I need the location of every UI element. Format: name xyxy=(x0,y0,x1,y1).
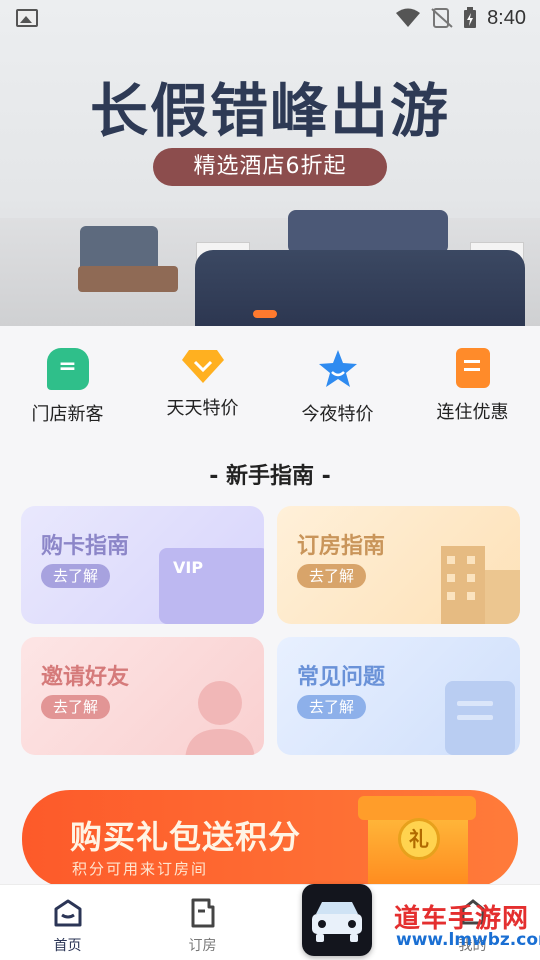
card-title: 常见问题 xyxy=(297,665,386,690)
quick-nav: 门店新客 天天特价 今夜特价 连住优惠 xyxy=(0,326,540,438)
gift-pack-promo-banner[interactable]: 购买礼包送积分 积分可用来订房间 礼 xyxy=(22,790,518,888)
quick-nav-label: 连住优惠 xyxy=(436,402,509,423)
guide-card-faq[interactable]: 常见问题 去了解 xyxy=(277,637,520,755)
guide-card-invite[interactable]: 邀请好友 去了解 xyxy=(21,637,264,755)
quick-nav-long-stay[interactable]: 连住优惠 xyxy=(405,326,540,438)
learn-more-button[interactable]: 去了解 xyxy=(41,564,111,588)
vip-card-icon: VIP xyxy=(159,548,264,624)
quick-nav-tonight-deal[interactable]: 今夜特价 xyxy=(270,326,405,438)
quick-nav-new-customer[interactable]: 门店新客 xyxy=(0,326,135,438)
learn-more-button[interactable]: 去了解 xyxy=(297,695,367,719)
tab-home[interactable]: 首页 xyxy=(0,885,135,960)
diamond-icon xyxy=(181,350,224,383)
tab-label: 订房 xyxy=(188,938,217,954)
status-bar: 8:40 xyxy=(0,0,540,36)
guide-card-booking[interactable]: 订房指南 去了解 xyxy=(277,506,520,624)
app-logo-overlay xyxy=(302,884,372,956)
gift-box-icon: 礼 xyxy=(358,776,476,888)
quick-nav-label: 今夜特价 xyxy=(301,404,374,425)
image-notification-icon xyxy=(16,9,38,27)
quick-nav-daily-deal[interactable]: 天天特价 xyxy=(135,326,270,438)
armchair-illustration xyxy=(70,226,180,326)
tab-label: 首页 xyxy=(53,938,82,954)
document-icon xyxy=(455,348,490,388)
banner-tagline: 精选酒店6折起 xyxy=(153,148,387,186)
guide-section-title: - 新手指南 - xyxy=(209,464,331,489)
carousel-indicator[interactable] xyxy=(253,310,277,318)
promo-subtitle: 积分可用来订房间 xyxy=(72,860,209,878)
bed-illustration xyxy=(195,250,525,326)
quick-nav-label: 天天特价 xyxy=(166,398,239,419)
car-logo-icon xyxy=(312,902,362,942)
faq-document-icon xyxy=(445,681,515,755)
clock: 8:40 xyxy=(487,6,526,29)
bed-pillows xyxy=(288,210,448,254)
building-icon xyxy=(441,546,485,624)
learn-more-button[interactable]: 去了解 xyxy=(41,695,111,719)
store-icon xyxy=(46,348,89,390)
promo-title: 购买礼包送积分 xyxy=(70,818,302,856)
card-title: 购卡指南 xyxy=(41,534,130,559)
gift-coin: 礼 xyxy=(398,818,440,860)
learn-more-button[interactable]: 去了解 xyxy=(297,564,367,588)
guide-card-buy-card[interactable]: VIP 购卡指南 去了解 xyxy=(21,506,264,624)
wifi-icon xyxy=(396,8,421,27)
star-icon xyxy=(318,350,357,387)
site-watermark: 道车手游网 www.lmwbz.com xyxy=(390,896,540,960)
booking-icon xyxy=(191,898,214,928)
quick-nav-label: 门店新客 xyxy=(31,404,104,425)
no-sim-icon xyxy=(431,8,453,28)
tab-booking[interactable]: 订房 xyxy=(135,885,270,960)
battery-charging-icon xyxy=(464,7,477,28)
person-icon xyxy=(185,681,255,755)
card-title: 订房指南 xyxy=(297,534,386,559)
home-icon xyxy=(54,899,81,927)
hero-banner[interactable]: 长假错峰出游 精选酒店6折起 xyxy=(0,0,540,326)
watermark-url: www.lmwbz.com xyxy=(396,930,540,950)
banner-headline: 长假错峰出游 xyxy=(89,77,450,145)
card-title: 邀请好友 xyxy=(41,665,130,690)
building-annex-icon xyxy=(485,570,520,624)
